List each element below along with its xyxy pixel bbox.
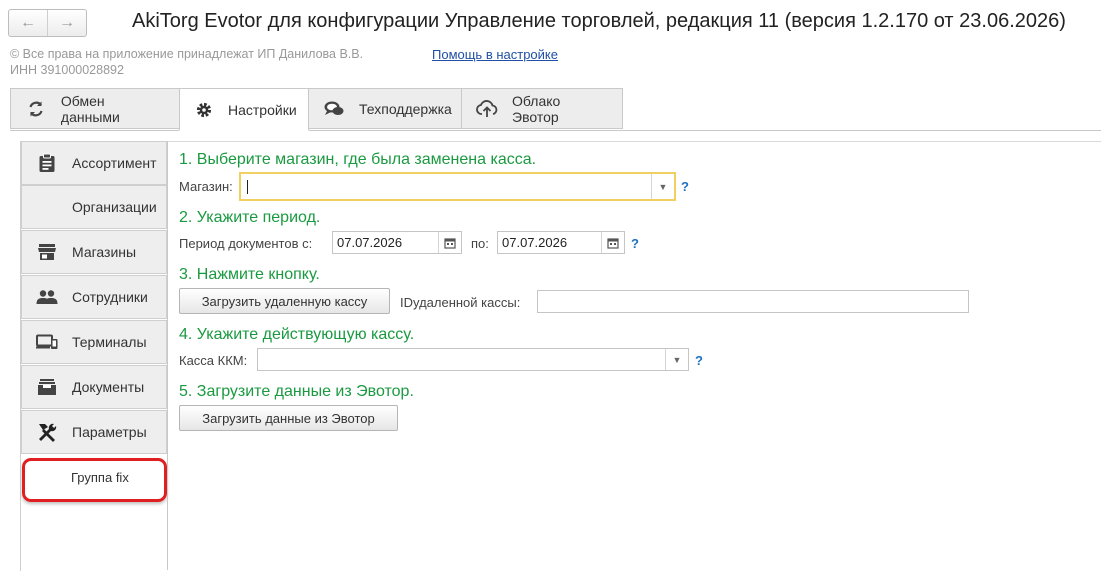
remote-id-field[interactable] xyxy=(537,290,969,313)
step-2-heading: 2. Укажите период. xyxy=(179,209,321,226)
sidebar-item-assortment[interactable]: Ассортимент xyxy=(21,141,167,185)
sidebar-item-documents[interactable]: Документы xyxy=(21,365,167,409)
window-title: AkiTorg Evotor для конфигурации Управлен… xyxy=(132,10,1066,32)
step-3-heading: 3. Нажмите кнопку. xyxy=(179,266,320,283)
tab-label: Техподдержка xyxy=(359,100,452,117)
tab-divider xyxy=(309,130,1101,131)
sidebar-item-label: Магазины xyxy=(72,244,137,260)
sidebar-item-stores[interactable]: Магазины xyxy=(21,230,167,274)
tools-icon xyxy=(22,422,72,442)
date-from-field[interactable]: 07.07.2026 xyxy=(332,231,462,254)
gear-icon xyxy=(194,99,214,121)
tab-label: Облако Эвотор xyxy=(512,92,561,125)
devices-icon xyxy=(22,334,72,350)
load-remote-register-button[interactable]: Загрузить удаленную кассу xyxy=(179,288,390,314)
people-icon xyxy=(22,289,72,305)
store-icon xyxy=(22,243,72,261)
sidebar-divider xyxy=(167,141,168,570)
help-setup-link[interactable]: Помощь в настройке xyxy=(432,47,558,62)
chevron-down-icon[interactable]: ▼ xyxy=(651,174,674,199)
calendar-icon[interactable] xyxy=(438,232,461,253)
step-5-heading: 5. Загрузите данные из Эвотор. xyxy=(179,383,414,400)
date-to-field[interactable]: 07.07.2026 xyxy=(497,231,625,254)
load-evotor-data-button[interactable]: Загрузить данные из Эвотор xyxy=(179,405,398,431)
highlight-annotation xyxy=(22,458,167,502)
remote-id-label: IDудаленной кассы: xyxy=(400,295,521,310)
forward-button[interactable]: → xyxy=(48,10,86,36)
tab-divider xyxy=(10,130,179,131)
date-to-label: по: xyxy=(471,236,489,251)
sidebar-item-label: Параметры xyxy=(72,424,147,440)
sidebar-item-label: Организации xyxy=(72,199,157,215)
sidebar: Ассортимент Организации Магазины Сотрудн… xyxy=(20,141,169,571)
store-combobox[interactable]: ▼ xyxy=(239,172,676,201)
inbox-icon xyxy=(22,378,72,396)
date-to-value: 07.07.2026 xyxy=(502,235,568,250)
history-nav: ← → xyxy=(8,9,87,37)
inn-text: ИНН 391000028892 xyxy=(10,63,124,77)
cloud-icon xyxy=(476,98,498,120)
tab-label: Обмен данными xyxy=(60,92,120,125)
store-label: Магазин: xyxy=(179,179,233,194)
date-from-value: 07.07.2026 xyxy=(337,235,403,250)
kkm-combobox[interactable]: ▼ xyxy=(257,348,689,371)
sidebar-item-label: Терминалы xyxy=(72,334,147,350)
kkm-label: Касса ККМ: xyxy=(179,353,248,368)
content-top-border xyxy=(168,141,1101,142)
tab-label: Настройки xyxy=(228,101,297,118)
period-help[interactable]: ? xyxy=(631,236,639,251)
copyright-text: © Все права на приложение принадлежат ИП… xyxy=(10,47,364,61)
tab-support[interactable]: Техподдержка xyxy=(308,88,462,129)
clipboard-icon xyxy=(22,153,72,173)
step-1-heading: 1. Выберите магазин, где была заменена к… xyxy=(179,151,537,168)
tab-settings[interactable]: Настройки xyxy=(179,88,309,131)
sidebar-item-employees[interactable]: Сотрудники xyxy=(21,275,167,319)
tab-bar: Обмен данными Настройки Техподдержка Обл… xyxy=(10,88,623,131)
copyright-block: © Все права на приложение принадлежат ИП… xyxy=(10,46,363,78)
sidebar-item-label: Сотрудники xyxy=(72,289,148,305)
sidebar-item-organizations[interactable]: Организации xyxy=(21,185,167,229)
chevron-down-icon[interactable]: ▼ xyxy=(665,349,688,370)
store-help[interactable]: ? xyxy=(681,179,689,194)
sync-icon xyxy=(25,98,47,120)
calendar-icon[interactable] xyxy=(601,232,624,253)
text-cursor xyxy=(247,179,248,194)
sidebar-item-terminals[interactable]: Терминалы xyxy=(21,320,167,364)
sidebar-item-label: Ассортимент xyxy=(72,155,157,171)
tab-data-exchange[interactable]: Обмен данными xyxy=(10,88,180,129)
sidebar-item-parameters[interactable]: Параметры xyxy=(21,410,167,454)
sidebar-item-label: Документы xyxy=(72,379,145,395)
tab-evotor-cloud[interactable]: Облако Эвотор xyxy=(461,88,623,129)
step-4-heading: 4. Укажите действующую кассу. xyxy=(179,326,415,343)
period-label: Период документов с: xyxy=(179,236,313,251)
kkm-help[interactable]: ? xyxy=(695,353,703,368)
back-button[interactable]: ← xyxy=(9,10,48,36)
chat-icon xyxy=(323,98,345,120)
